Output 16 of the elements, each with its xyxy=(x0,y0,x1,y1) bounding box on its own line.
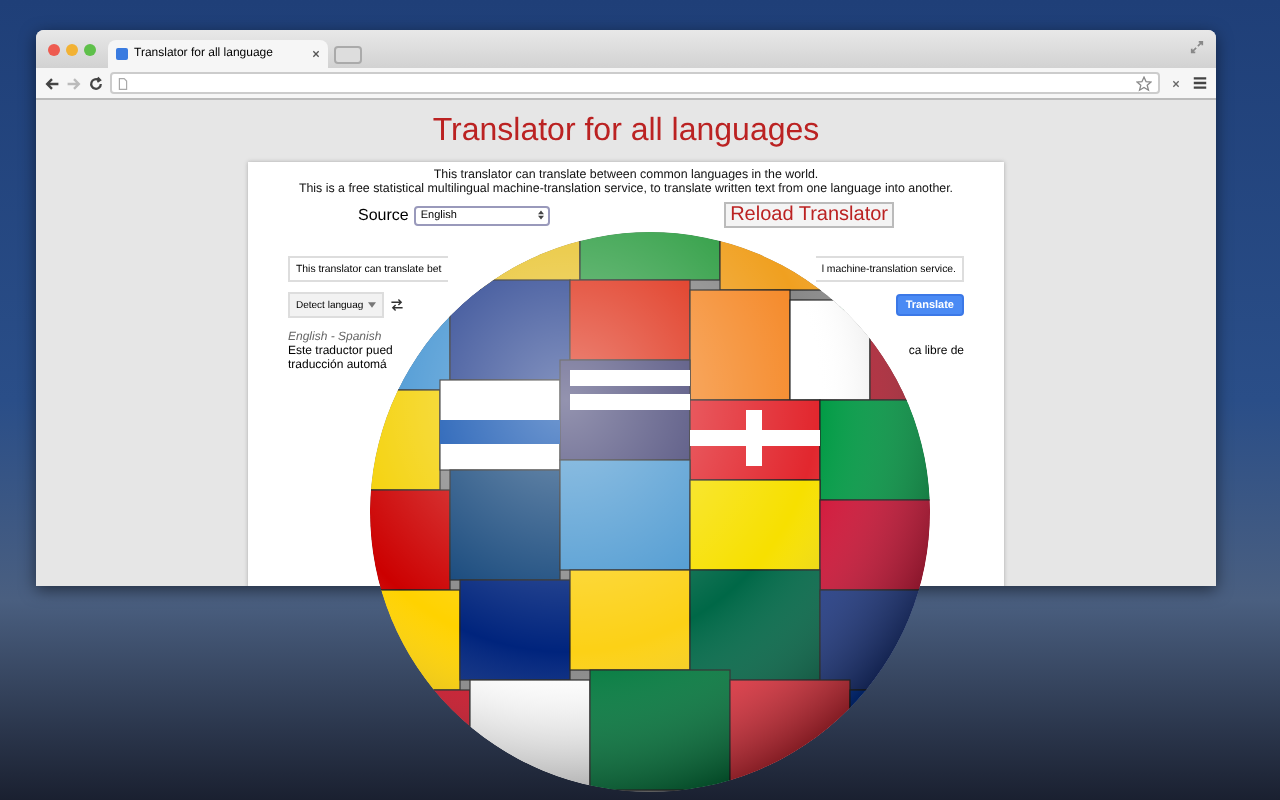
extension-icon[interactable] xyxy=(1172,79,1180,87)
source-label: Source xyxy=(358,206,409,224)
close-window-icon[interactable] xyxy=(48,44,60,56)
caret-icon xyxy=(367,302,376,308)
fullscreen-icon[interactable] xyxy=(1190,40,1204,54)
reload-icon[interactable] xyxy=(88,75,104,91)
back-arrow-icon[interactable] xyxy=(44,75,60,91)
page-icon xyxy=(118,77,128,89)
menu-icon[interactable] xyxy=(1192,76,1208,90)
reload-translator-button[interactable]: Reload Translator xyxy=(724,202,894,228)
forward-arrow-icon[interactable] xyxy=(66,75,82,91)
page-title: Translator for all languages xyxy=(432,114,820,150)
swap-arrows-icon[interactable] xyxy=(389,298,404,312)
dropdown-arrows-icon xyxy=(538,210,545,220)
star-icon[interactable] xyxy=(1136,75,1152,91)
close-tab-icon[interactable] xyxy=(312,50,320,58)
